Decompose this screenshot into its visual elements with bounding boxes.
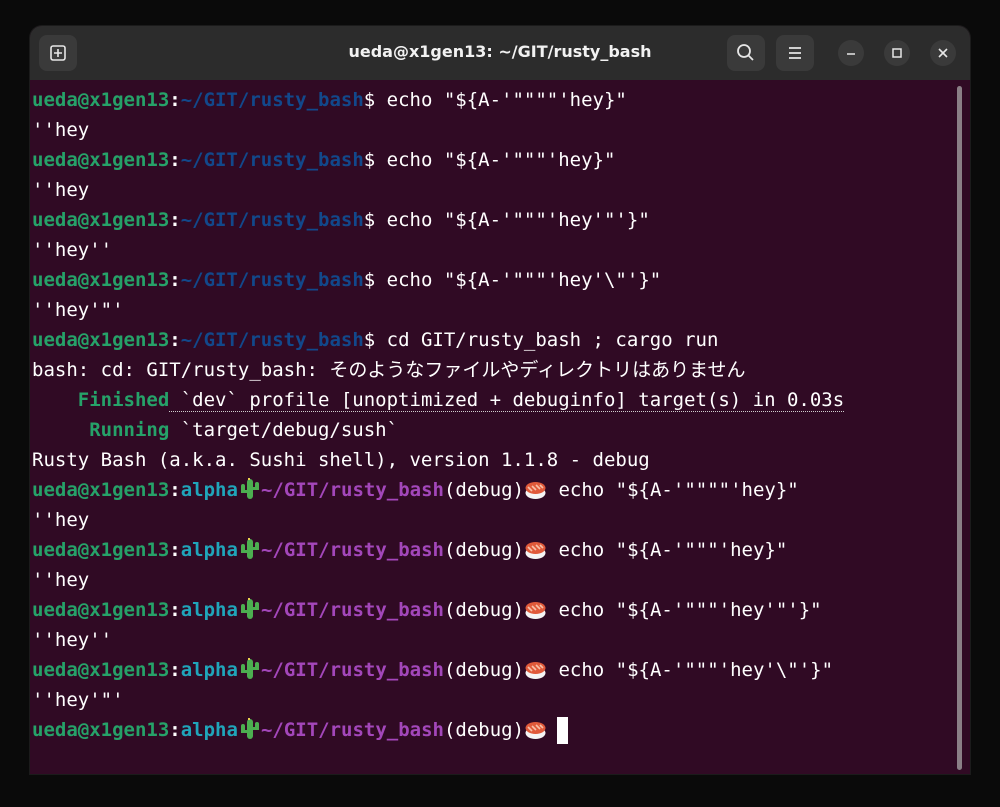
close-button[interactable]	[930, 40, 956, 66]
cargo-running-line: Running `target/debug/sush`	[89, 419, 399, 441]
output-line: ''hey	[32, 119, 90, 141]
minimize-icon	[847, 53, 855, 55]
sushi-prompt-line: ueda@x1gen13:alpha ~/GIT/rusty_bash(debug…	[32, 535, 787, 565]
output-line: ''hey'"'	[32, 299, 124, 321]
cactus-emoji-icon	[240, 597, 259, 619]
close-icon	[938, 48, 948, 58]
bash-prompt-line: ueda@x1gen13:~/GIT/rusty_bash$ echo "${A…	[32, 89, 627, 111]
cactus-emoji-icon	[240, 477, 259, 499]
output-line: ''hey'"'	[32, 689, 124, 711]
cactus-emoji-icon	[240, 537, 259, 559]
bash-prompt-line: ueda@x1gen13:~/GIT/rusty_bash$ cd GIT/ru…	[32, 329, 719, 351]
output-line: ''hey''	[32, 239, 113, 261]
search-icon	[737, 44, 754, 61]
window-title: ueda@x1gen13: ~/GIT/rusty_bash	[348, 42, 652, 61]
cactus-emoji-icon	[240, 717, 259, 739]
sushi-prompt-line: ueda@x1gen13:alpha ~/GIT/rusty_bash(debug…	[32, 715, 569, 745]
sushi-emoji-icon	[525, 481, 546, 499]
maximize-button[interactable]	[884, 40, 910, 66]
error-line: bash: cd: GIT/rusty_bash: そのようなファイルやディレク…	[32, 359, 746, 381]
terminal-window: ueda@x1gen13: ~/GIT/rusty_bash ueda@x1ge…	[30, 26, 970, 774]
output-line: ''hey	[32, 569, 90, 591]
search-button[interactable]	[727, 35, 765, 71]
maximize-icon	[892, 48, 902, 58]
terminal-content[interactable]: ueda@x1gen13:~/GIT/rusty_bash$ echo "${A…	[30, 80, 970, 774]
sushi-emoji-icon	[525, 721, 546, 739]
output-line: ''hey''	[32, 629, 113, 651]
bash-prompt-line: ueda@x1gen13:~/GIT/rusty_bash$ echo "${A…	[32, 149, 616, 171]
title-bar: ueda@x1gen13: ~/GIT/rusty_bash	[30, 26, 970, 80]
output-line: ''hey	[32, 509, 90, 531]
sushi-emoji-icon	[525, 661, 546, 679]
bash-prompt-line: ueda@x1gen13:~/GIT/rusty_bash$ echo "${A…	[32, 269, 662, 291]
sushi-prompt-line: ueda@x1gen13:alpha ~/GIT/rusty_bash(debug…	[32, 595, 822, 625]
sushi-prompt-line: ueda@x1gen13:alpha ~/GIT/rusty_bash(debug…	[32, 475, 799, 505]
output-line: ''hey	[32, 179, 90, 201]
cactus-emoji-icon	[240, 657, 259, 679]
sushi-prompt-line: ueda@x1gen13:alpha ~/GIT/rusty_bash(debug…	[32, 655, 833, 685]
terminal-cursor	[557, 717, 569, 744]
bash-prompt-line: ueda@x1gen13:~/GIT/rusty_bash$ echo "${A…	[32, 209, 650, 231]
cargo-finished-line: Finished `dev` profile [unoptimized + de…	[77, 389, 845, 412]
version-line: Rusty Bash (a.k.a. Sushi shell), version…	[32, 449, 650, 471]
hamburger-menu-icon	[789, 47, 801, 59]
scrollbar[interactable]	[957, 86, 962, 770]
menu-button[interactable]	[776, 35, 814, 71]
sushi-emoji-icon	[525, 541, 546, 559]
minimize-button[interactable]	[838, 40, 864, 66]
sushi-emoji-icon	[525, 601, 546, 619]
